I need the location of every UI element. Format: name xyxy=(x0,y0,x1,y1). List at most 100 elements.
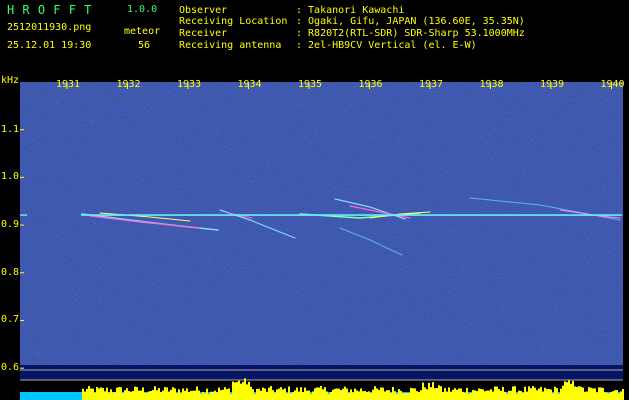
power-bar xyxy=(82,388,84,400)
time-tick-label: 1937 xyxy=(419,79,444,90)
power-bar xyxy=(396,393,398,400)
power-bar xyxy=(304,387,306,400)
power-bar xyxy=(262,387,264,400)
power-bar xyxy=(354,388,356,400)
info-label-observer: Observer xyxy=(179,5,228,16)
power-bar xyxy=(226,389,228,400)
power-bar xyxy=(294,390,296,400)
power-bar xyxy=(580,386,582,400)
timestamp: 25.12.01 19:30 xyxy=(7,40,92,51)
power-bar xyxy=(472,390,474,400)
power-bar xyxy=(132,391,134,400)
power-bar xyxy=(390,392,392,400)
file-name: 2512011930.png xyxy=(7,22,92,33)
power-bar xyxy=(308,390,310,400)
power-bar xyxy=(494,386,496,400)
power-bar xyxy=(368,391,370,400)
power-bar xyxy=(600,387,602,400)
spectrogram-noise-speckle xyxy=(20,82,623,365)
power-bar xyxy=(376,388,378,400)
power-bar xyxy=(212,391,214,400)
power-bar xyxy=(208,393,210,400)
power-bar xyxy=(552,393,554,400)
power-bar xyxy=(104,391,106,400)
power-bar xyxy=(474,390,476,400)
power-bar xyxy=(504,391,506,400)
spectrogram-viewer: HROFFT 1.0.0 2512011930.png meteor 25.12… xyxy=(0,0,629,400)
power-bar xyxy=(512,386,514,400)
power-bar xyxy=(526,391,528,400)
power-bar xyxy=(144,392,146,400)
power-bar xyxy=(422,382,424,400)
frequency-tick-label: 0.8 xyxy=(1,266,20,278)
power-bar xyxy=(148,391,150,400)
info-label-receiver: Receiver xyxy=(179,28,228,39)
power-bar xyxy=(500,390,502,400)
power-bar xyxy=(614,390,616,400)
power-bar xyxy=(606,392,608,400)
power-bar xyxy=(616,390,618,400)
power-bar xyxy=(456,389,458,400)
power-bar xyxy=(458,388,460,400)
power-bar xyxy=(218,387,220,400)
power-bar xyxy=(406,393,408,400)
spectrogram-plot xyxy=(20,82,624,400)
power-bar xyxy=(588,387,590,400)
frequency-tick-label: 1.1 xyxy=(1,123,20,135)
power-bar xyxy=(272,390,274,400)
power-bar xyxy=(404,392,406,400)
power-bar xyxy=(544,387,546,400)
power-bar xyxy=(462,391,464,400)
power-bar xyxy=(612,391,614,400)
power-bar xyxy=(492,391,494,400)
power-bar xyxy=(584,391,586,400)
power-bar xyxy=(238,380,240,400)
power-bar xyxy=(442,391,444,400)
power-bar xyxy=(522,392,524,400)
power-bar xyxy=(278,388,280,400)
power-bar xyxy=(168,391,170,400)
power-bar xyxy=(202,391,204,400)
power-bar xyxy=(438,385,440,400)
power-bar xyxy=(388,390,390,400)
power-bar xyxy=(320,386,322,400)
power-bar xyxy=(90,388,92,400)
power-bar xyxy=(488,390,490,400)
power-bar xyxy=(156,390,158,400)
power-bar xyxy=(206,388,208,400)
power-bar xyxy=(332,389,334,400)
power-bar xyxy=(118,387,120,400)
power-bar xyxy=(386,390,388,400)
power-bar xyxy=(532,386,534,400)
power-bar xyxy=(268,387,270,400)
time-tick-label: 1939 xyxy=(540,79,565,90)
power-bar xyxy=(180,393,182,400)
power-bar xyxy=(162,390,164,400)
power-bar xyxy=(374,386,376,400)
power-bar xyxy=(518,390,520,400)
power-bar xyxy=(420,390,422,400)
power-bar xyxy=(280,387,282,400)
power-bar xyxy=(380,387,382,400)
power-bar xyxy=(576,387,578,400)
power-bar xyxy=(594,388,596,400)
detection-label: meteor xyxy=(124,26,161,37)
power-bar xyxy=(274,392,276,400)
power-bar xyxy=(428,382,430,400)
power-bar xyxy=(84,391,86,400)
power-bar xyxy=(350,389,352,400)
power-bar xyxy=(276,389,278,400)
power-bar xyxy=(378,389,380,400)
power-bar xyxy=(266,391,268,400)
power-bar xyxy=(344,386,346,400)
power-bar xyxy=(310,393,312,400)
power-bar xyxy=(362,391,364,400)
power-bar xyxy=(102,388,104,400)
power-bar xyxy=(502,386,504,400)
power-bar xyxy=(122,393,124,400)
power-bar xyxy=(572,380,574,400)
power-bar xyxy=(138,390,140,400)
power-bar xyxy=(92,388,94,400)
power-bar xyxy=(232,381,234,400)
power-bar xyxy=(568,380,570,400)
